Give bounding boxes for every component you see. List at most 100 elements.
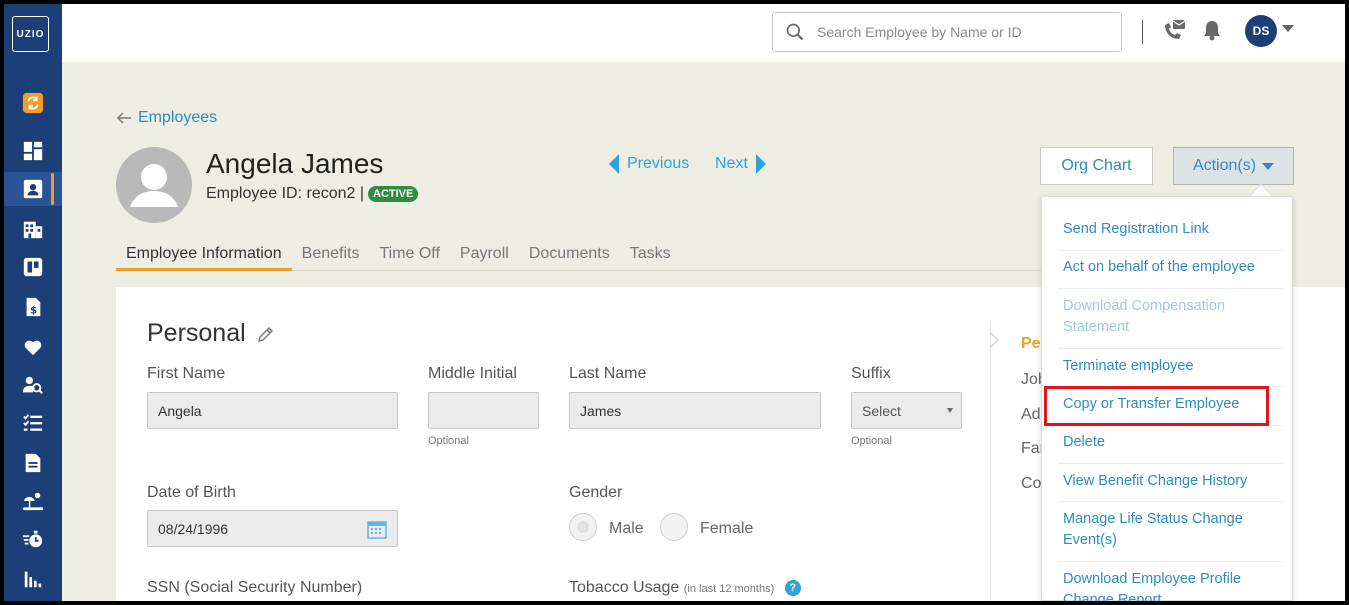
suffix-selected-value: Select	[862, 402, 901, 419]
chevron-down-icon[interactable]	[1282, 25, 1294, 32]
last-name-field[interactable]: James	[569, 392, 821, 429]
ssn-label: SSN (Social Security Number)	[147, 579, 363, 596]
dob-value: 08/24/1996	[158, 520, 229, 537]
gender-label: Gender	[569, 484, 623, 501]
menu-item-download-profile-change-report[interactable]: Download Employee Profile Change Report	[1063, 569, 1263, 601]
employee-avatar	[116, 147, 192, 223]
tab-tasks[interactable]: Tasks	[620, 242, 681, 271]
employee-name: Angela James	[206, 148, 384, 179]
highlight-annotation	[1044, 386, 1269, 426]
employee-card-icon[interactable]	[4, 172, 62, 206]
person-placeholder-icon	[130, 164, 178, 207]
middle-initial-label: Middle Initial	[428, 365, 517, 382]
help-icon[interactable]: ?	[784, 579, 801, 596]
dob-label: Date of Birth	[147, 484, 236, 501]
menu-divider	[1058, 501, 1284, 502]
caret-right-icon	[755, 154, 766, 174]
menu-divider	[1058, 348, 1284, 349]
heart-icon[interactable]	[4, 330, 62, 364]
breadcrumb[interactable]: Employees	[116, 109, 217, 127]
edit-pencil-icon[interactable]	[256, 324, 276, 344]
caret-down-icon	[1262, 162, 1275, 170]
next-button[interactable]: Next	[715, 154, 766, 174]
previous-button[interactable]: Previous	[609, 154, 689, 174]
side-nav-contact[interactable]: Co	[1021, 475, 1041, 493]
tobacco-note: (in last 12 months)	[683, 583, 775, 595]
menu-item-delete[interactable]: Delete	[1063, 432, 1283, 453]
first-name-label: First Name	[147, 365, 226, 382]
menu-divider	[1058, 463, 1284, 464]
gender-male-radio[interactable]	[569, 513, 597, 541]
document-icon[interactable]	[4, 446, 62, 480]
menu-divider	[1058, 250, 1284, 251]
menu-divider	[1058, 561, 1284, 562]
menu-divider	[1058, 288, 1284, 289]
reports-icon[interactable]	[4, 562, 62, 596]
gender-male-label: Male	[609, 520, 644, 537]
tobacco-label-text: Tobacco Usage	[569, 579, 680, 596]
svg-text:$: $	[30, 305, 37, 316]
previous-label: Previous	[627, 155, 690, 172]
breadcrumb-employees-link[interactable]: Employees	[138, 109, 217, 127]
tab-time-off[interactable]: Time Off	[369, 242, 449, 271]
suffix-label: Suffix	[851, 365, 891, 382]
employee-id: Employee ID: recon2 | ACTIVE	[206, 185, 419, 203]
sync-icon[interactable]	[4, 86, 62, 120]
search-box[interactable]	[772, 12, 1122, 52]
user-search-icon[interactable]	[4, 368, 62, 402]
sidebar: UZIO $	[4, 4, 62, 601]
actions-label: Action(s)	[1192, 157, 1257, 174]
status-badge: ACTIVE	[368, 186, 419, 202]
section-title: Personal	[147, 319, 276, 348]
menu-item-download-compensation-statement[interactable]: Download Compensation Statement	[1063, 296, 1263, 338]
menu-item-act-on-behalf[interactable]: Act on behalf of the employee	[1063, 257, 1283, 278]
suffix-select[interactable]: Select	[851, 392, 962, 429]
header-divider	[1142, 20, 1143, 44]
radio-dot	[577, 521, 589, 533]
chevron-right-icon	[990, 332, 1000, 348]
phone-mail-icon[interactable]	[1162, 19, 1186, 46]
first-name-field[interactable]: Angela	[147, 392, 398, 429]
tab-bar: Employee Information Benefits Time Off P…	[116, 242, 1041, 271]
menu-item-send-registration-link[interactable]: Send Registration Link	[1063, 219, 1283, 240]
menu-item-terminate-employee[interactable]: Terminate employee	[1063, 356, 1283, 377]
beach-icon[interactable]	[4, 484, 62, 518]
arrow-left-icon	[116, 112, 131, 124]
next-label: Next	[715, 155, 748, 172]
top-bar: DS	[62, 4, 1345, 62]
employee-id-label: Employee ID: recon2 |	[206, 185, 365, 202]
section-divider	[990, 322, 991, 601]
building-icon[interactable]	[4, 212, 62, 246]
menu-item-view-benefit-change-history[interactable]: View Benefit Change History	[1063, 471, 1283, 492]
calendar-icon[interactable]	[367, 519, 387, 539]
select-arrow-icon	[947, 408, 953, 413]
menu-item-manage-life-status-change[interactable]: Manage Life Status Change Event(s)	[1063, 509, 1263, 551]
dob-field[interactable]: 08/24/1996	[147, 510, 398, 547]
payroll-document-icon[interactable]: $	[4, 290, 62, 324]
board-icon[interactable]	[4, 250, 62, 284]
bell-icon[interactable]	[1202, 19, 1222, 46]
logo[interactable]: UZIO	[12, 16, 49, 52]
actions-button[interactable]: Action(s)	[1173, 147, 1294, 185]
search-icon	[786, 23, 804, 41]
gender-female-label: Female	[700, 520, 754, 537]
dashboard-icon[interactable]	[4, 134, 62, 168]
user-avatar[interactable]: DS	[1245, 15, 1277, 47]
tab-employee-information[interactable]: Employee Information	[116, 242, 292, 271]
middle-initial-hint: Optional	[428, 435, 469, 447]
tobacco-label: Tobacco Usage (in last 12 months) ?	[569, 579, 801, 597]
tab-documents[interactable]: Documents	[519, 242, 620, 271]
checklist-icon[interactable]	[4, 406, 62, 440]
middle-initial-field[interactable]	[428, 392, 539, 429]
tab-benefits[interactable]: Benefits	[292, 242, 370, 271]
suffix-hint: Optional	[851, 435, 892, 447]
last-name-label: Last Name	[569, 365, 647, 382]
gender-female-radio[interactable]	[660, 513, 688, 541]
personal-title-text: Personal	[147, 319, 246, 347]
stopwatch-icon[interactable]	[4, 522, 62, 556]
app-window: UZIO $ Search Employee by Name or ID DS …	[4, 4, 1345, 601]
search-input[interactable]	[817, 21, 1107, 43]
tab-payroll[interactable]: Payroll	[450, 242, 519, 271]
caret-left-icon	[609, 154, 619, 174]
org-chart-button[interactable]: Org Chart	[1040, 147, 1153, 185]
